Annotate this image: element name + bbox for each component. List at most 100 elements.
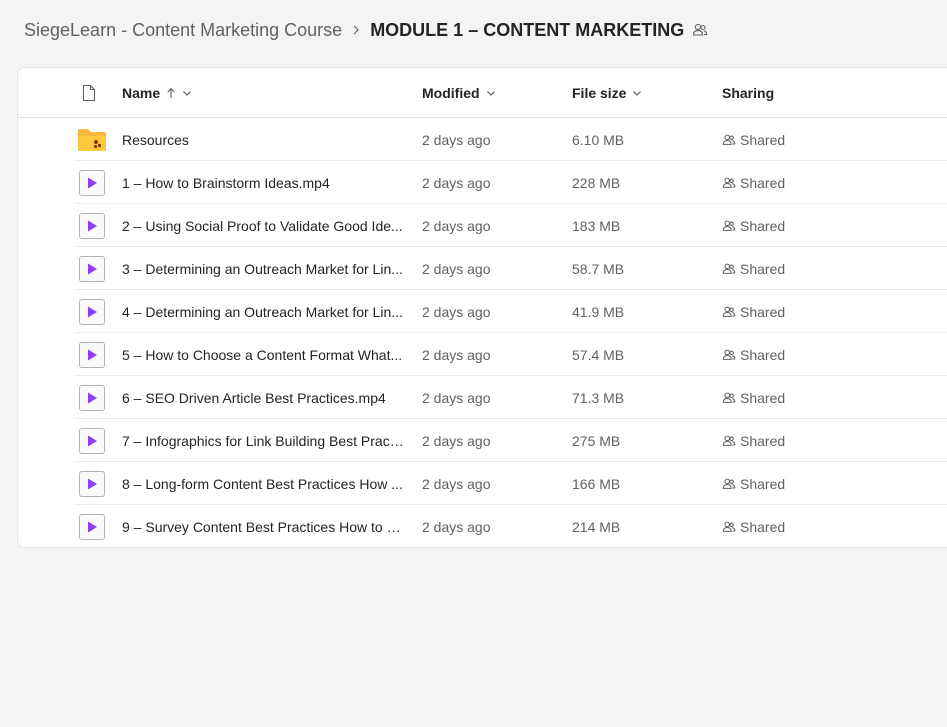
file-name[interactable]: 1 – How to Brainstorm Ideas.mp4 (122, 161, 404, 204)
shared-people-icon (722, 349, 736, 360)
file-sharing[interactable]: Shared (722, 290, 862, 333)
video-file-icon (79, 298, 105, 325)
file-name-text: 7 – Infographics for Link Building Best … (122, 432, 404, 449)
file-size: 57.4 MB (572, 346, 625, 363)
chevron-right-icon (342, 25, 370, 35)
shared-people-icon (722, 478, 736, 489)
file-name-text: 8 – Long-form Content Best Practices How… (122, 475, 403, 492)
file-name-text: Resources (122, 131, 189, 148)
file-size: 71.3 MB (572, 389, 625, 406)
file-type-icon-cell (76, 505, 108, 548)
file-name[interactable]: 7 – Infographics for Link Building Best … (122, 419, 404, 462)
video-file-icon (79, 427, 105, 454)
file-sharing-text: Shared (740, 303, 786, 320)
file-row[interactable]: 6 – SEO Driven Article Best Practices.mp… (18, 376, 947, 419)
file-size: 58.7 MB (572, 260, 625, 277)
file-name-text: 6 – SEO Driven Article Best Practices.mp… (122, 389, 386, 406)
file-type-icon-cell (76, 290, 108, 333)
file-sharing[interactable]: Shared (722, 204, 862, 247)
file-modified: 2 days ago (422, 518, 491, 535)
file-modified: 2 days ago (422, 260, 491, 277)
file-type-column-icon[interactable] (81, 68, 97, 118)
file-type-icon-cell (76, 118, 108, 161)
file-modified: 2 days ago (422, 475, 491, 492)
file-row[interactable]: 7 – Infographics for Link Building Best … (18, 419, 947, 462)
file-name[interactable]: 5 – How to Choose a Content Format What.… (122, 333, 404, 376)
breadcrumb-parent-link[interactable]: SiegeLearn - Content Marketing Course (24, 20, 342, 41)
chevron-down-icon[interactable] (632, 88, 642, 98)
shared-people-icon (692, 22, 708, 38)
file-type-icon-cell (76, 376, 108, 419)
file-name[interactable]: 4 – Determining an Outreach Market for L… (122, 290, 404, 333)
file-name[interactable]: 6 – SEO Driven Article Best Practices.mp… (122, 376, 404, 419)
file-sharing-text: Shared (740, 174, 786, 191)
file-sharing-text: Shared (740, 518, 786, 535)
file-name[interactable]: 8 – Long-form Content Best Practices How… (122, 462, 404, 505)
video-file-icon (79, 212, 105, 239)
file-sharing[interactable]: Shared (722, 419, 862, 462)
file-row[interactable]: 4 – Determining an Outreach Market for L… (18, 290, 947, 333)
breadcrumb-current-folder: MODULE 1 – CONTENT MARKETING (370, 19, 685, 40)
column-header-name-label: Name (122, 85, 161, 101)
file-name-text: 9 – Survey Content Best Practices How to… (122, 518, 404, 535)
file-modified: 2 days ago (422, 303, 491, 320)
file-row[interactable]: 5 – How to Choose a Content Format What.… (18, 333, 947, 376)
column-header-file-size[interactable]: File size (572, 68, 642, 118)
file-name[interactable]: 3 – Determining an Outreach Market for L… (122, 247, 404, 290)
file-modified: 2 days ago (422, 217, 491, 234)
file-row[interactable]: 8 – Long-form Content Best Practices How… (18, 462, 947, 505)
file-sharing-text: Shared (740, 475, 786, 492)
file-sharing[interactable]: Shared (722, 118, 862, 161)
file-name-text: 2 – Using Social Proof to Validate Good … (122, 217, 403, 234)
column-header-sharing[interactable]: Sharing (722, 68, 774, 118)
file-list-panel: Name Modified File size Sharing Resource… (17, 67, 947, 548)
file-modified: 2 days ago (422, 131, 491, 148)
file-type-icon-cell (76, 204, 108, 247)
file-size: 228 MB (572, 174, 621, 191)
video-file-icon (79, 470, 105, 497)
file-sharing-text: Shared (740, 346, 786, 363)
file-sharing-text: Shared (740, 217, 786, 234)
file-row[interactable]: 3 – Determining an Outreach Market for L… (18, 247, 947, 290)
chevron-down-icon[interactable] (182, 88, 192, 98)
shared-people-icon (722, 306, 736, 317)
video-file-icon (79, 384, 105, 411)
file-type-icon-cell (76, 247, 108, 290)
file-size: 183 MB (572, 217, 621, 234)
file-row[interactable]: 1 – How to Brainstorm Ideas.mp4 2 days a… (18, 161, 947, 204)
file-size: 166 MB (572, 475, 621, 492)
video-file-icon (79, 341, 105, 368)
file-sharing[interactable]: Shared (722, 161, 862, 204)
file-name-text: 3 – Determining an Outreach Market for L… (122, 260, 403, 277)
file-sharing[interactable]: Shared (722, 376, 862, 419)
shared-people-icon (722, 435, 736, 446)
file-name-text: 1 – How to Brainstorm Ideas.mp4 (122, 174, 330, 191)
file-sharing[interactable]: Shared (722, 333, 862, 376)
file-sharing[interactable]: Shared (722, 247, 862, 290)
breadcrumb: SiegeLearn - Content Marketing Course MO… (24, 17, 708, 43)
file-modified: 2 days ago (422, 174, 491, 191)
video-file-icon (79, 513, 105, 540)
shared-people-icon (722, 392, 736, 403)
shared-people-icon (722, 177, 736, 188)
column-header-modified-label: Modified (422, 85, 480, 101)
file-modified: 2 days ago (422, 346, 491, 363)
folder-icon (78, 128, 106, 151)
file-row[interactable]: Resources 2 days ago 6.10 MB Shared (18, 118, 947, 161)
chevron-down-icon[interactable] (486, 88, 496, 98)
file-name[interactable]: 9 – Survey Content Best Practices How to… (122, 505, 404, 548)
file-row[interactable]: 2 – Using Social Proof to Validate Good … (18, 204, 947, 247)
column-header-name[interactable]: Name (122, 68, 192, 118)
file-name-text: 4 – Determining an Outreach Market for L… (122, 303, 403, 320)
column-header-modified[interactable]: Modified (422, 68, 496, 118)
file-name[interactable]: 2 – Using Social Proof to Validate Good … (122, 204, 404, 247)
file-type-icon-cell (76, 419, 108, 462)
file-sharing-text: Shared (740, 432, 786, 449)
file-row[interactable]: 9 – Survey Content Best Practices How to… (18, 505, 947, 548)
file-size: 6.10 MB (572, 131, 625, 148)
file-modified: 2 days ago (422, 432, 491, 449)
file-sharing[interactable]: Shared (722, 462, 862, 505)
file-name[interactable]: Resources (122, 118, 404, 161)
shared-people-icon (722, 220, 736, 231)
file-sharing[interactable]: Shared (722, 505, 862, 548)
